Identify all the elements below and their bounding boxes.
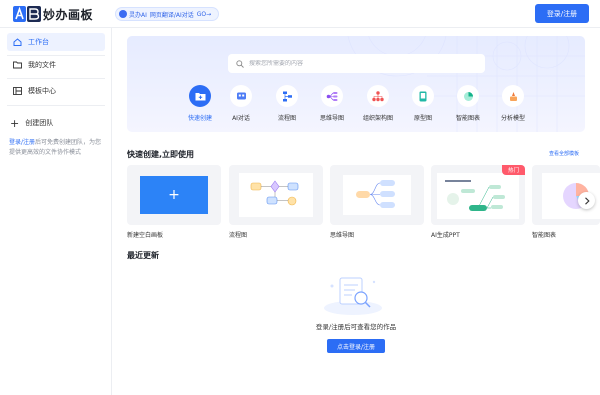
mindmap-icon [326,91,338,101]
tool-label: 流程图 [277,115,296,122]
ai-pill-desc: 网页翻译/AI对话 [149,11,194,19]
tool-mindmap[interactable]: 思维导图 [314,85,350,122]
template-icon [13,87,22,95]
flowchart-icon [282,91,292,101]
prototype-icon [419,91,427,101]
login-register-button[interactable]: 登录/注册 [535,4,589,23]
tool-smart-chart[interactable]: 智能图表 [450,85,486,122]
tool-quick-create[interactable]: 快速创建 [182,85,218,122]
carousel-next-button[interactable] [578,192,595,209]
recent-updates-title: 最近更新 [127,251,159,260]
tool-label: AI对话 [232,115,250,122]
card-mindmap[interactable] [330,165,424,225]
card-new-blank[interactable]: + [127,165,221,225]
chevron-right-icon [584,196,590,205]
tool-label: 思维导图 [319,115,344,122]
tool-label: 组织架构图 [362,115,393,122]
sidebar-item-templates[interactable]: 模板中心 [7,82,105,100]
tool-analysis-model[interactable]: 分析模型 [495,85,531,122]
sidebar-item-workbench[interactable]: 工作台 [7,33,105,51]
home-icon [13,38,22,46]
sidebar-item-label: 模板中心 [28,87,56,95]
logo-icon[interactable] [13,6,41,22]
folder-icon [13,61,22,69]
ai-promo-pill[interactable]: 灵办AI 网页翻译/AI对话 GO→ [115,7,219,21]
sidebar-item-label: 工作台 [28,38,49,46]
sidebar: 工作台 我的文件 模板中心 + 创建团队 登录/注册后可免费创建团队，为您提供更… [0,28,112,395]
empty-state-login-button[interactable]: 点击登录/注册 [327,339,385,353]
ai-logo-icon [119,10,127,18]
create-team-button[interactable]: + 创建团队 [10,116,54,130]
card-label: 思维导图 [330,232,355,239]
mindmap-thumbnail [343,175,411,215]
search-input[interactable] [249,60,469,67]
card-label: 流程图 [229,232,248,239]
hero-banner: 快速创建 AI对话 流程图 思维导图 组织架构图 原型图 智能图表 分析模型 [127,36,585,132]
sidebar-divider [7,105,105,106]
card-label: AI生成PPT [431,232,460,239]
smart-chart-icon [463,91,473,101]
card-label: 新建空白画板 [127,232,164,239]
flowchart-thumbnail [239,173,313,217]
tool-label: 快速创建 [187,115,212,122]
ai-pill-brand: 灵办AI [129,11,147,19]
plus-icon: + [10,116,20,130]
tool-org-chart[interactable]: 组织架构图 [360,85,396,122]
tool-prototype[interactable]: 原型图 [405,85,441,122]
search-bar[interactable] [228,54,485,73]
org-chart-icon [372,90,384,101]
sidebar-login-link[interactable]: 登录/注册 [9,139,35,146]
tool-label: 原型图 [413,115,432,122]
empty-state-text: 登录/注册后可查看您的作品 [315,323,397,331]
create-team-label: 创建团队 [25,119,54,127]
sidebar-item-my-files[interactable]: 我的文件 [7,56,105,74]
sidebar-login-note: 登录/注册后可免费创建团队，为您提供更高效的文件协作模式 [9,138,107,158]
tool-flowchart[interactable]: 流程图 [269,85,305,122]
folder-create-icon [195,92,205,100]
empty-state-illustration [324,277,382,315]
ai-pill-go: GO→ [196,10,212,18]
card-flowchart[interactable] [229,165,323,225]
tool-ai-chat[interactable]: AI对话 [223,85,259,122]
tool-label: 分析模型 [500,115,525,122]
quick-create-title: 快速创建,立即使用 [127,150,195,159]
plus-icon: + [140,176,208,214]
card-label: 智能图表 [532,232,557,239]
see-all-templates-link[interactable]: 查看全部模板 [549,150,579,157]
hot-badge: 热门 [502,165,525,175]
tool-label: 智能图表 [455,115,480,122]
ai-chat-icon [236,92,246,99]
search-icon [236,59,244,68]
top-header: 妙办画板 灵办AI 网页翻译/AI对话 GO→ 登录/注册 [0,0,600,28]
sidebar-item-label: 我的文件 [28,61,56,69]
analysis-model-icon [509,91,517,101]
sidebar-divider [7,78,105,79]
logo-text: 妙办画板 [43,8,94,22]
